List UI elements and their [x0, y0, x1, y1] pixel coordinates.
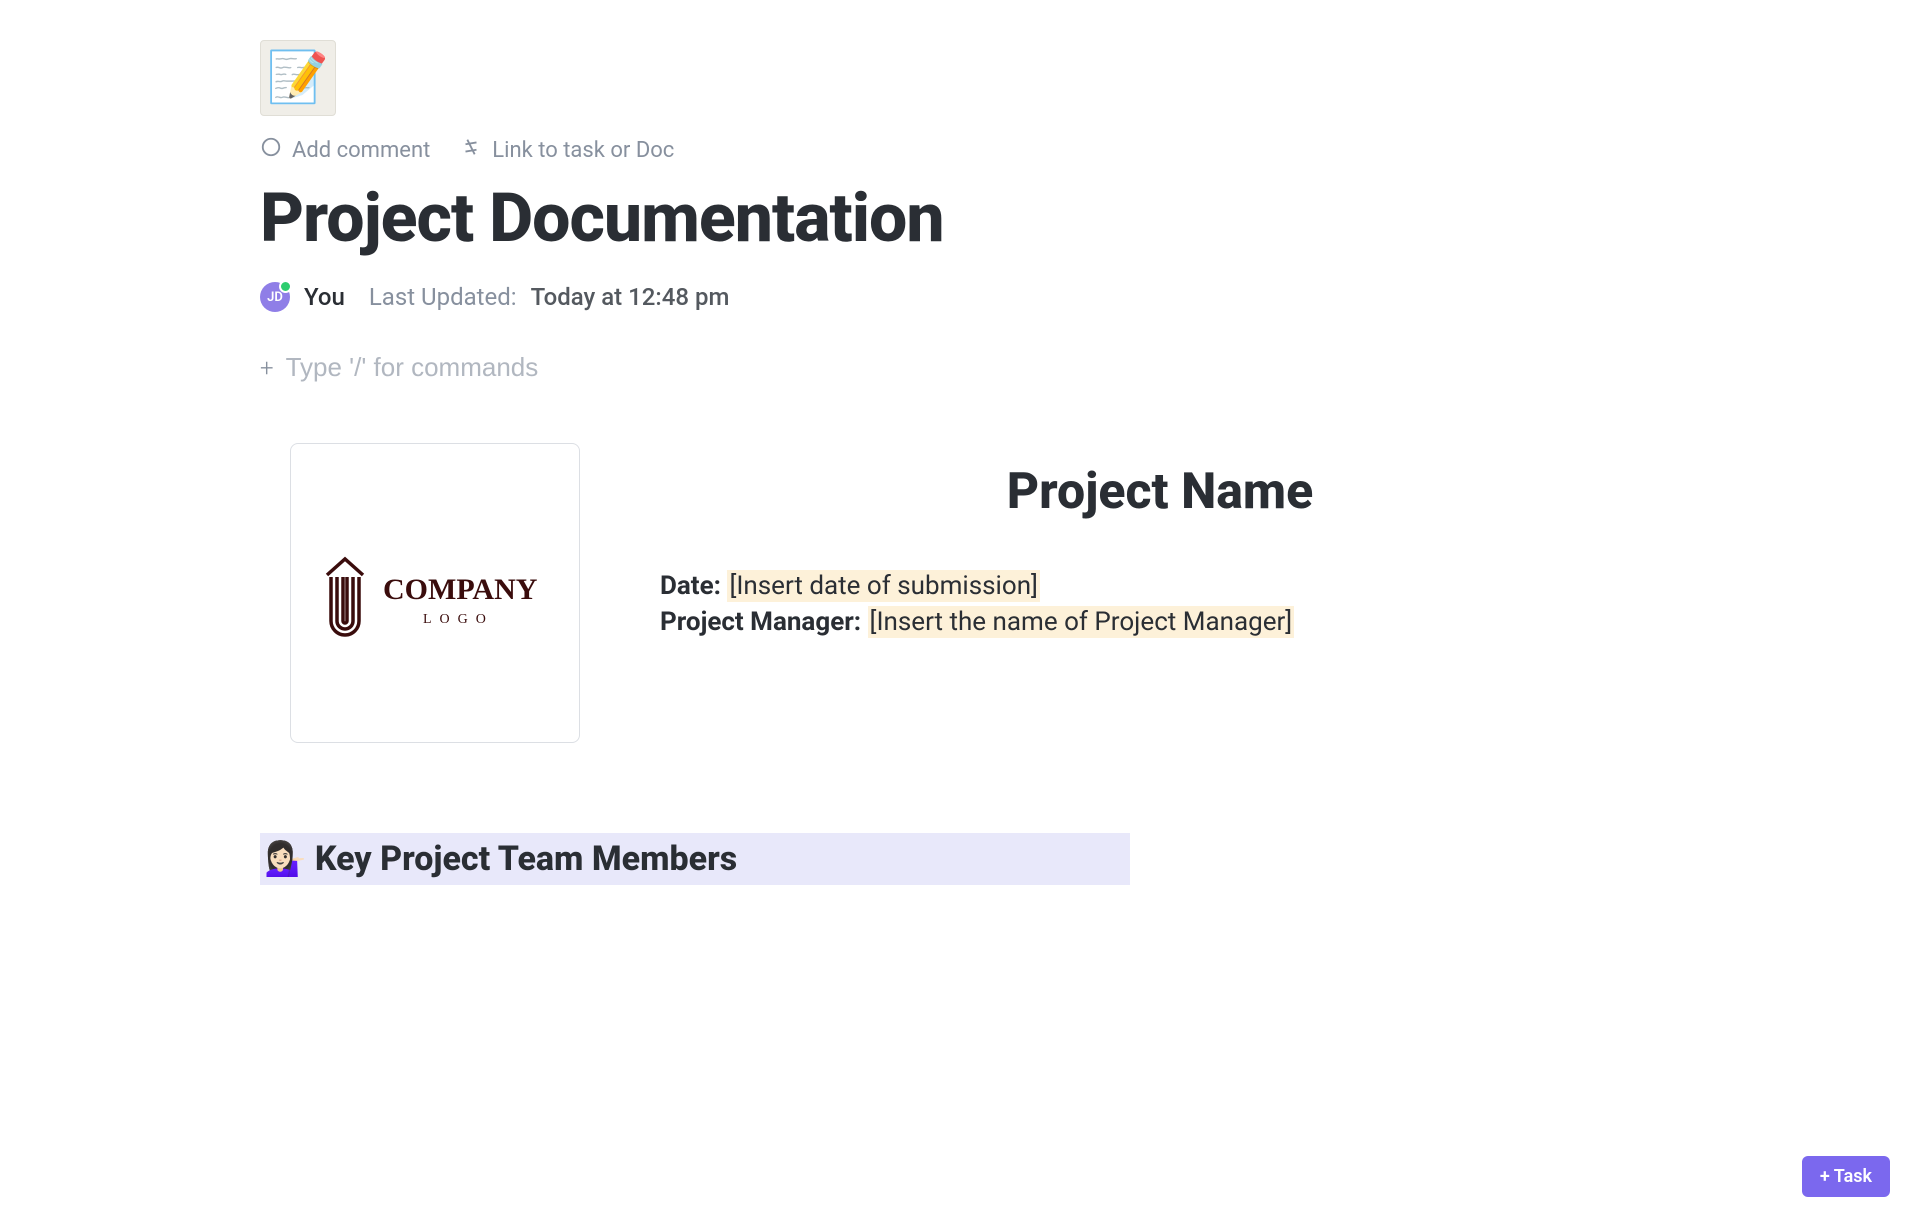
updated-label: Last Updated: [369, 283, 517, 311]
page-title[interactable]: Project Documentation [260, 178, 1660, 258]
link-icon [460, 136, 482, 164]
pm-placeholder[interactable]: [Insert the name of Project Manager] [868, 606, 1295, 638]
company-logo-box[interactable]: COMPANY LOGO [290, 443, 580, 743]
date-label: Date: [660, 571, 721, 601]
link-task-button[interactable]: Link to task or Doc [460, 136, 674, 164]
project-header-row: COMPANY LOGO Project Name Date: [Insert … [290, 443, 1660, 743]
create-task-fab[interactable]: + Task [1802, 1156, 1890, 1197]
date-placeholder[interactable]: [Insert date of submission] [727, 570, 1040, 602]
author-name: You [304, 283, 345, 311]
team-heading-text: Key Project Team Members [315, 839, 737, 879]
comment-icon [260, 136, 282, 164]
add-comment-label: Add comment [292, 138, 430, 163]
team-emoji-icon: 💁🏻‍♀️ [264, 839, 306, 879]
command-input-row[interactable]: + [260, 352, 1660, 383]
pm-label: Project Manager: [660, 607, 861, 637]
top-actions-bar: Add comment Link to task or Doc [260, 136, 1660, 164]
project-name-heading[interactable]: Project Name [660, 463, 1660, 521]
plus-icon[interactable]: + [260, 354, 274, 382]
company-logo-icon: COMPANY LOGO [315, 543, 555, 643]
link-task-label: Link to task or Doc [492, 138, 674, 163]
team-section-heading[interactable]: 💁🏻‍♀️ Key Project Team Members [260, 833, 1130, 885]
updated-value: Today at 12:48 pm [531, 283, 730, 311]
add-comment-button[interactable]: Add comment [260, 136, 430, 164]
svg-text:LOGO: LOGO [423, 612, 494, 627]
document-container: 📝 Add comment Link to task or Doc Projec… [110, 0, 1810, 945]
project-info: Project Name Date: [Insert date of submi… [660, 443, 1660, 643]
document-emoji-icon[interactable]: 📝 [260, 40, 336, 116]
metadata-row: JD You Last Updated: Today at 12:48 pm [260, 282, 1660, 312]
date-field[interactable]: Date: [Insert date of submission] [660, 571, 1660, 601]
pm-field[interactable]: Project Manager: [Insert the name of Pro… [660, 607, 1660, 637]
svg-text:COMPANY: COMPANY [383, 573, 538, 606]
author-avatar[interactable]: JD [260, 282, 290, 312]
command-input[interactable] [286, 352, 1660, 383]
